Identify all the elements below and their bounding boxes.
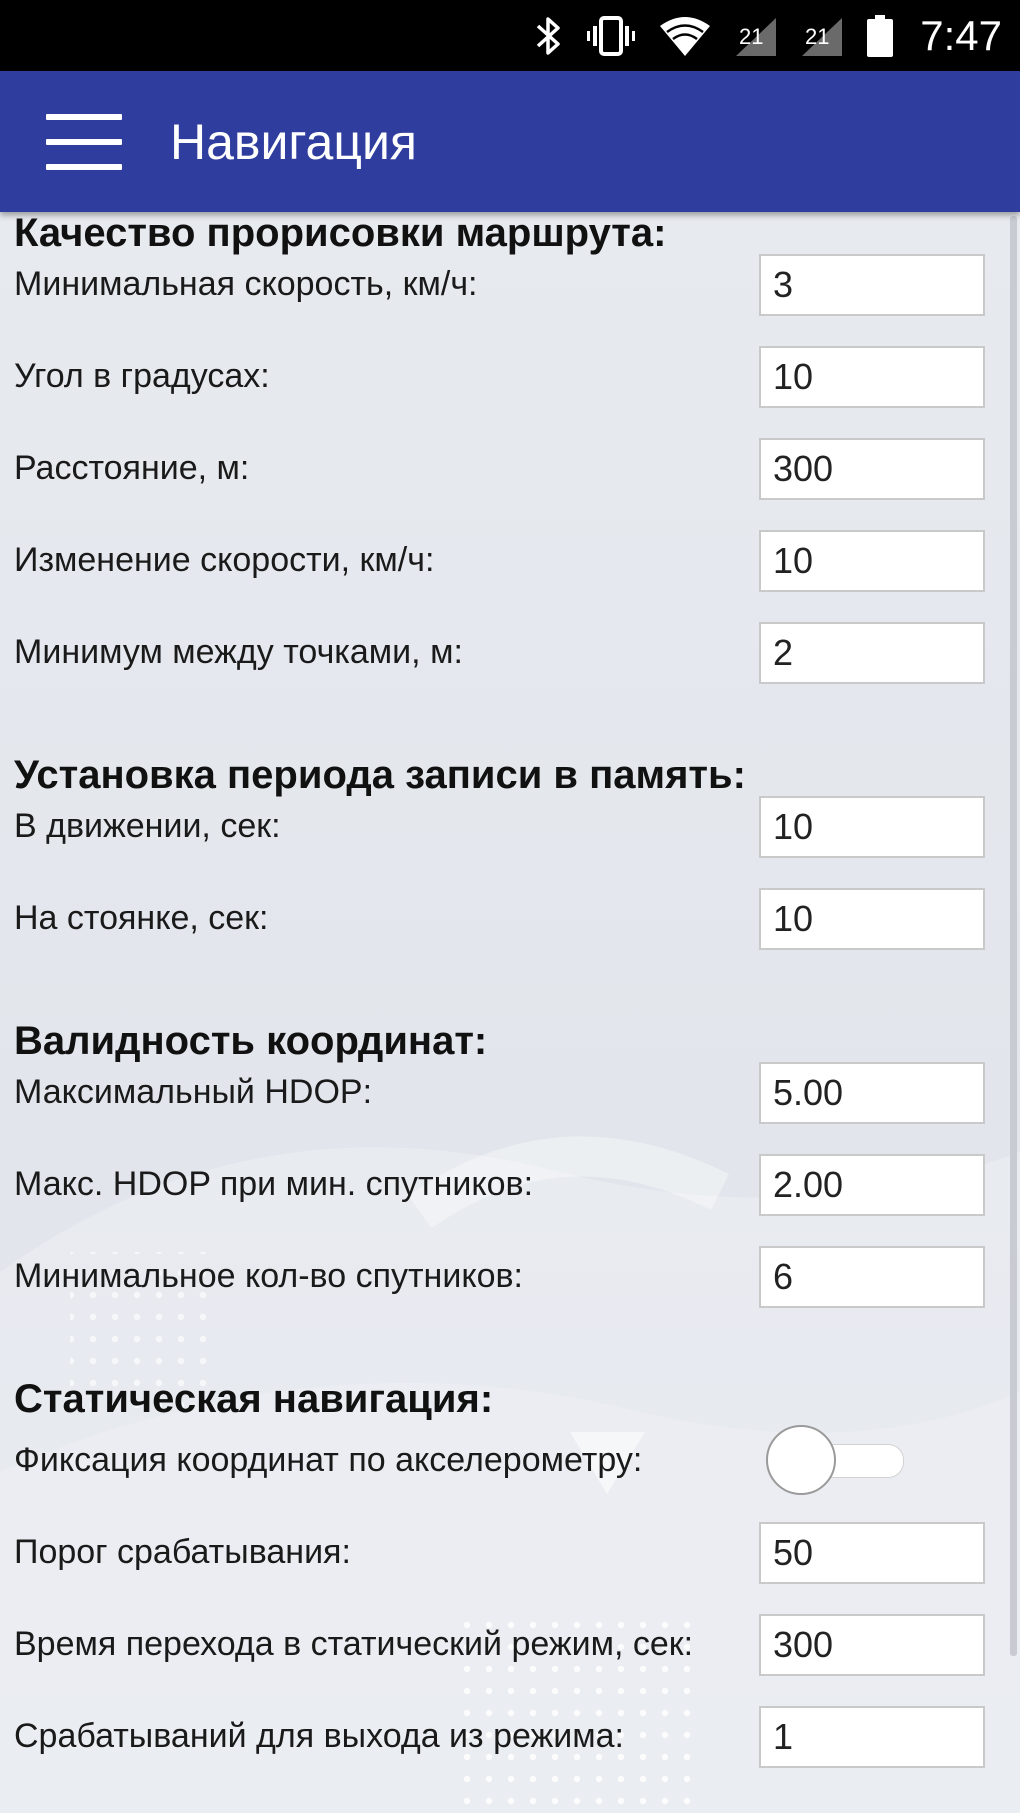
scrollbar[interactable]	[1010, 216, 1017, 1656]
network-badge: 21	[805, 24, 829, 49]
label-parking-period: На стоянке, сек:	[14, 899, 269, 937]
settings-content: Качество прорисовки маршрута: Минимальна…	[0, 212, 1020, 1813]
label-max-hdop: Максимальный HDOP:	[14, 1073, 373, 1111]
signal-icon: 21	[734, 14, 778, 58]
min-speed-input[interactable]	[759, 254, 985, 316]
section-title-static-navigation: Статическая навигация:	[14, 1377, 494, 1421]
section-title-route-quality: Качество прорисовки маршрута:	[14, 212, 667, 255]
label-max-hdop-min-satellites: Макс. HDOP при мин. спутников:	[14, 1165, 534, 1203]
label-speed-change: Изменение скорости, км/ч:	[14, 541, 435, 579]
label-min-satellites: Минимальное кол-во спутников:	[14, 1257, 524, 1295]
min-satellites-input[interactable]	[759, 1246, 985, 1308]
label-min-between-points: Минимум между точками, м:	[14, 633, 463, 671]
page-title: Навигация	[170, 114, 417, 170]
app-toolbar: Навигация	[0, 71, 1020, 212]
max-hdop-input[interactable]	[759, 1062, 985, 1124]
toggle-knob	[766, 1425, 836, 1495]
parking-period-input[interactable]	[759, 888, 985, 950]
section-title-record-period: Установка периода записи в память:	[14, 753, 746, 797]
label-exit-triggers: Срабатываний для выхода из режима:	[14, 1717, 624, 1755]
label-static-mode-time: Время перехода в статический режим, сек:	[14, 1625, 694, 1663]
accelerometer-fix-toggle[interactable]	[766, 1425, 906, 1495]
exit-triggers-input[interactable]	[759, 1706, 985, 1768]
label-trigger-threshold: Порог срабатывания:	[14, 1533, 351, 1571]
label-min-speed: Минимальная скорость, км/ч:	[14, 265, 478, 303]
vibrate-icon	[586, 14, 636, 58]
distance-input[interactable]	[759, 438, 985, 500]
hamburger-menu-icon[interactable]	[44, 114, 124, 170]
status-time: 7:47	[920, 11, 1002, 59]
status-icons: 21 21 7:47	[534, 0, 1002, 71]
label-distance: Расстояние, м:	[14, 449, 250, 487]
bluetooth-icon	[534, 14, 564, 58]
trigger-threshold-input[interactable]	[759, 1522, 985, 1584]
label-accelerometer-fix: Фиксация координат по акселерометру:	[14, 1441, 643, 1479]
angle-input[interactable]	[759, 346, 985, 408]
signal-icon: 21	[800, 14, 844, 58]
wifi-icon	[658, 14, 712, 58]
section-title-coordinate-validity: Валидность координат:	[14, 1019, 488, 1063]
battery-icon	[866, 14, 894, 58]
label-moving-period: В движении, сек:	[14, 807, 281, 845]
label-angle: Угол в градусах:	[14, 357, 270, 395]
status-bar: 21 21 7:47	[0, 0, 1020, 71]
static-mode-time-input[interactable]	[759, 1614, 985, 1676]
network-badge: 21	[739, 24, 763, 49]
min-between-points-input[interactable]	[759, 622, 985, 684]
moving-period-input[interactable]	[759, 796, 985, 858]
speed-change-input[interactable]	[759, 530, 985, 592]
max-hdop-min-satellites-input[interactable]	[759, 1154, 985, 1216]
